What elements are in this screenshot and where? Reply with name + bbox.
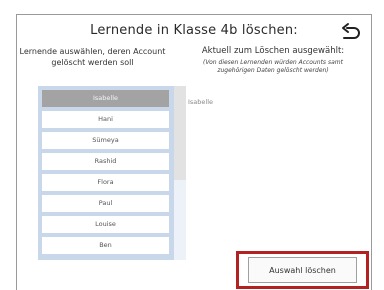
deletion-note: (Von diesen Lernenden würden Accounts sa… [188,59,358,75]
list-item-louise[interactable]: Louise [42,216,169,233]
undo-arrow-icon[interactable] [339,22,363,46]
list-scrollbar[interactable] [174,86,186,260]
select-students-heading-line1: Lernende auswählen, deren Account [19,47,166,56]
list-item-ben[interactable]: Ben [42,237,169,254]
deletion-note-line2: zugehörigen Daten gelöscht werden) [217,67,329,74]
scrollbar-thumb[interactable] [174,86,186,180]
list-item-rashid[interactable]: Rashid [42,153,169,170]
list-item-isabelle[interactable]: Isabelle [42,90,169,107]
list-item-sumeya[interactable]: Sümeya [42,132,169,149]
delete-selection-button[interactable]: Auswahl löschen [248,257,357,283]
student-list-items: Isabelle Hani Sümeya Rashid Flora Paul L… [38,90,174,258]
list-item-paul[interactable]: Paul [42,195,169,212]
list-item-hani[interactable]: Hani [42,111,169,128]
student-list[interactable]: Isabelle Hani Sümeya Rashid Flora Paul L… [38,86,186,260]
dialog-title: Lernende in Klasse 4b löschen: [90,23,298,38]
list-item-flora[interactable]: Flora [42,174,169,191]
select-students-heading-line2: gelöscht werden soll [51,58,134,67]
current-selection-heading: Aktuell zum Löschen ausgewählt: [201,46,345,56]
deletion-note-line1: (Von diesen Lernenden würden Accounts sa… [203,59,343,66]
select-students-heading: Lernende auswählen, deren Account gelösc… [0,46,185,68]
selected-student-entry: Isabelle [188,98,214,106]
